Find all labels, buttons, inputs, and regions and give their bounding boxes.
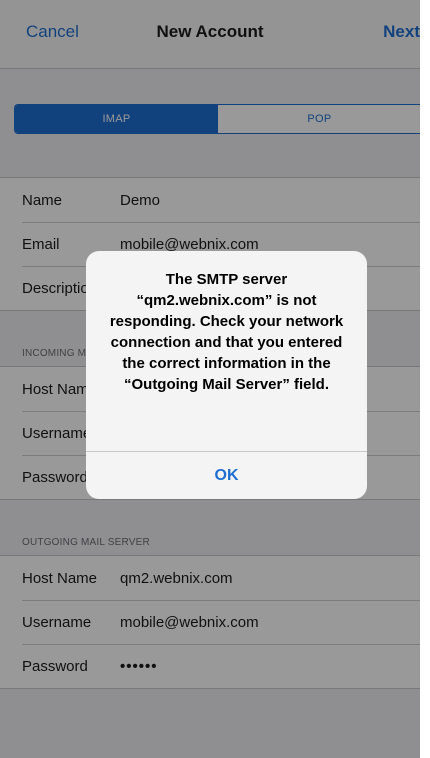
screen-edge [420, 0, 430, 758]
smtp-error-alert: The SMTP server “qm2.webnix.com” is not … [86, 251, 367, 499]
ok-button[interactable]: OK [86, 452, 367, 499]
alert-message: The SMTP server “qm2.webnix.com” is not … [109, 271, 344, 393]
new-account-screen: Cancel New Account Next IMAP POP Name De… [0, 0, 430, 758]
